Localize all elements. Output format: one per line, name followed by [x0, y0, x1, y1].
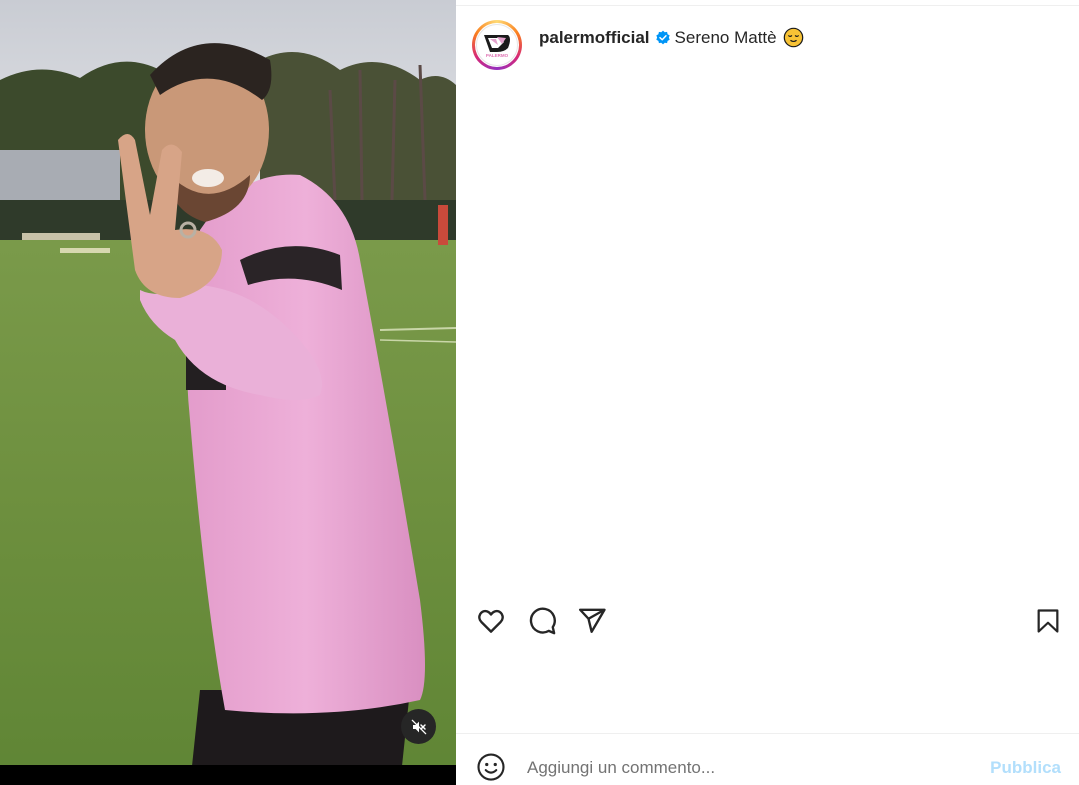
comment-form: Pubblica [456, 734, 1079, 785]
save-button[interactable] [1030, 603, 1066, 639]
relieved-face-emoji [783, 27, 804, 48]
sound-off-icon [411, 719, 426, 734]
mute-button[interactable] [401, 709, 436, 744]
palermo-logo: PALERMO [484, 35, 510, 58]
verified-badge-icon [655, 30, 671, 46]
emoji-picker-button[interactable] [474, 750, 508, 784]
video-frame [0, 0, 456, 785]
smiley-icon [477, 753, 505, 781]
username-link[interactable]: palermofficial [539, 28, 650, 48]
caption-text: Sereno Mattè [674, 27, 777, 47]
caption-line: palermofficial Sereno Mattè [539, 27, 804, 48]
share-button[interactable] [574, 603, 610, 639]
like-button[interactable] [473, 603, 509, 639]
publish-button[interactable]: Pubblica [990, 758, 1061, 778]
post-caption: PALERMO palermofficial Sereno Mattè [472, 19, 803, 71]
bookmark-icon [1037, 609, 1059, 633]
post-media[interactable] [0, 0, 456, 785]
comment-icon [529, 607, 556, 635]
avatar[interactable]: PALERMO [476, 24, 518, 66]
avatar-story-ring[interactable]: PALERMO [472, 20, 522, 70]
comment-button[interactable] [524, 603, 560, 639]
action-bar [456, 603, 1079, 639]
heart-icon [478, 609, 504, 633]
svg-text:PALERMO: PALERMO [486, 53, 509, 58]
top-divider [456, 5, 1079, 6]
send-icon [578, 608, 606, 633]
post-details-panel: PALERMO palermofficial Sereno Mattè Aggi… [456, 0, 1079, 785]
comment-input[interactable] [527, 756, 947, 780]
